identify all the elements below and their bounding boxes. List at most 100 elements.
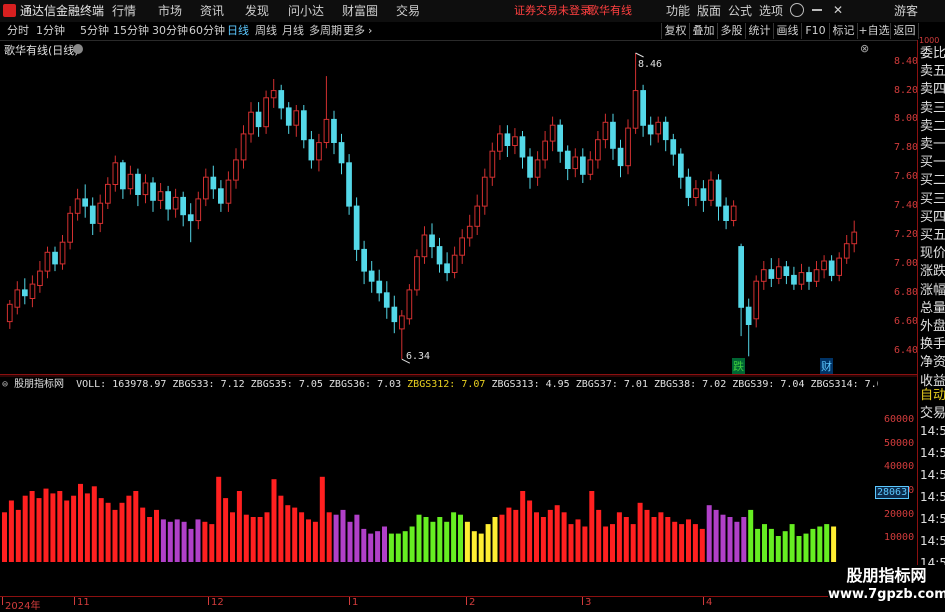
date-tick-label: 1 [352, 597, 359, 608]
menu-gongshi[interactable]: 公式 [728, 0, 752, 22]
candle-body [678, 153, 684, 178]
menu-wenxiaoda[interactable]: 问小达 [288, 0, 324, 22]
tab-30min[interactable]: 30分钟 [152, 22, 188, 40]
tab-multi-period[interactable]: 多周期 [309, 22, 342, 40]
volume-bar [616, 512, 622, 562]
volume-tick-label: 20000 [884, 508, 915, 520]
volume-bar [57, 491, 63, 562]
app-logo-icon [3, 4, 16, 17]
tab-weekly[interactable]: 周线 [255, 22, 277, 40]
tab-60min[interactable]: 60分钟 [189, 22, 225, 40]
volume-bar [699, 528, 705, 562]
stock-title: 歌华有线 [588, 4, 632, 17]
volume-bar [430, 521, 436, 562]
candle-body [135, 173, 141, 196]
volume-bar [782, 531, 788, 562]
tab-fenshi[interactable]: 分时 [7, 22, 29, 40]
candle-body [203, 176, 209, 200]
tab-monthly[interactable]: 月线 [282, 22, 304, 40]
menu-zixun[interactable]: 资讯 [200, 0, 224, 22]
candle-body [301, 110, 307, 141]
broker-login-notice[interactable]: 证券交易未登录 [514, 0, 591, 22]
tab-15min[interactable]: 15分钟 [113, 22, 149, 40]
panel-field: 买四 [920, 209, 945, 225]
menu-faxian[interactable]: 发现 [245, 0, 269, 22]
event-marker-cai[interactable]: 财 [820, 358, 833, 374]
menu-shichang[interactable]: 市场 [158, 0, 182, 22]
volume-bar [395, 533, 401, 562]
menu-hangqing[interactable]: 行情 [112, 0, 136, 22]
candle-body [715, 179, 722, 207]
volume-bar [692, 524, 698, 562]
candle-body [368, 270, 375, 282]
close-icon[interactable]: ✕ [833, 0, 843, 21]
volume-bar [775, 536, 781, 562]
price-tick-label: 7.40 [894, 200, 919, 212]
candle-body [150, 182, 156, 201]
volume-bar [368, 533, 374, 562]
minimize-icon[interactable] [812, 9, 822, 11]
price-tick-label: 8.20 [894, 84, 919, 96]
btn-f10[interactable]: F10 [801, 23, 829, 39]
volume-bar [195, 519, 201, 562]
menu-banmian[interactable]: 版面 [697, 0, 721, 22]
volume-bar [306, 519, 311, 562]
chart-canvas [0, 52, 917, 562]
candle-body [67, 212, 74, 243]
btn-add-favorite[interactable]: +自选 [857, 23, 890, 39]
candle-body [105, 183, 111, 204]
headset-icon[interactable] [790, 3, 804, 17]
volume-bar [15, 509, 21, 562]
btn-biaoji[interactable]: 标记 [829, 23, 857, 39]
price-tick-label: 7.80 [894, 142, 919, 154]
menu-gongneng[interactable]: 功能 [666, 0, 690, 22]
volume-bar [285, 505, 291, 562]
volume-bar [299, 512, 305, 562]
volume-bar [354, 514, 360, 562]
btn-duogu[interactable]: 多股 [717, 23, 745, 39]
candle-body [768, 269, 775, 279]
candle-body [610, 121, 616, 149]
candle-body [738, 246, 744, 308]
menu-xuanxiang[interactable]: 选项 [759, 0, 783, 22]
indicator-name[interactable]: 股朋指标网 [14, 379, 64, 390]
indicator-values: ⊜ 股朋指标网 VOLL: 163978.97 ZBGS33: 7.12 ZBGS3… [2, 375, 878, 390]
indicator-settings-icon[interactable]: ⊜ [2, 379, 8, 390]
tab-1min[interactable]: 1分钟 [36, 22, 65, 40]
panel-field: 净资 [920, 355, 945, 371]
volume-bar [789, 524, 795, 562]
volume-bar [665, 517, 671, 562]
btn-huaxian[interactable]: 画线 [773, 23, 801, 39]
volume-bar [181, 521, 187, 562]
price-tick-label: 7.20 [894, 229, 919, 240]
tab-daily[interactable]: 日线 [227, 22, 249, 40]
date-tick-label: 12 [211, 597, 224, 608]
panel-field: 卖二 [920, 118, 945, 134]
panel-field: 卖四 [920, 82, 945, 98]
menu-caifuquan[interactable]: 财富圈 [342, 0, 378, 22]
candle-body [338, 142, 345, 164]
menu-jiaoyi[interactable]: 交易 [396, 0, 420, 22]
volume-bar [672, 521, 678, 562]
date-tick-label: 2 [469, 597, 476, 608]
volume-tick-label: 10000 [884, 532, 915, 544]
tab-5min[interactable]: 5分钟 [80, 22, 109, 40]
tab-more[interactable]: 更多 [343, 22, 365, 40]
price-tick-label: 7.00 [894, 257, 919, 269]
panel-auto[interactable]: 自动 [920, 384, 945, 403]
btn-tongji[interactable]: 统计 [745, 23, 773, 39]
volume-bar [236, 491, 242, 562]
event-marker-die[interactable]: 跌 [732, 358, 745, 374]
btn-fuquan[interactable]: 复权 [661, 23, 689, 39]
candle-body [587, 159, 594, 175]
date-tick-label: 4 [706, 597, 713, 608]
candle-body [504, 133, 511, 147]
candle-body [836, 257, 842, 276]
volume-bar [216, 476, 222, 562]
candle-body [640, 90, 646, 126]
volume-bar [98, 498, 104, 562]
panel-trade[interactable]: 交易 [920, 402, 945, 421]
btn-diejia[interactable]: 叠加 [689, 23, 717, 39]
candle-body [466, 225, 473, 239]
more-chevron-icon[interactable]: › [368, 22, 372, 40]
